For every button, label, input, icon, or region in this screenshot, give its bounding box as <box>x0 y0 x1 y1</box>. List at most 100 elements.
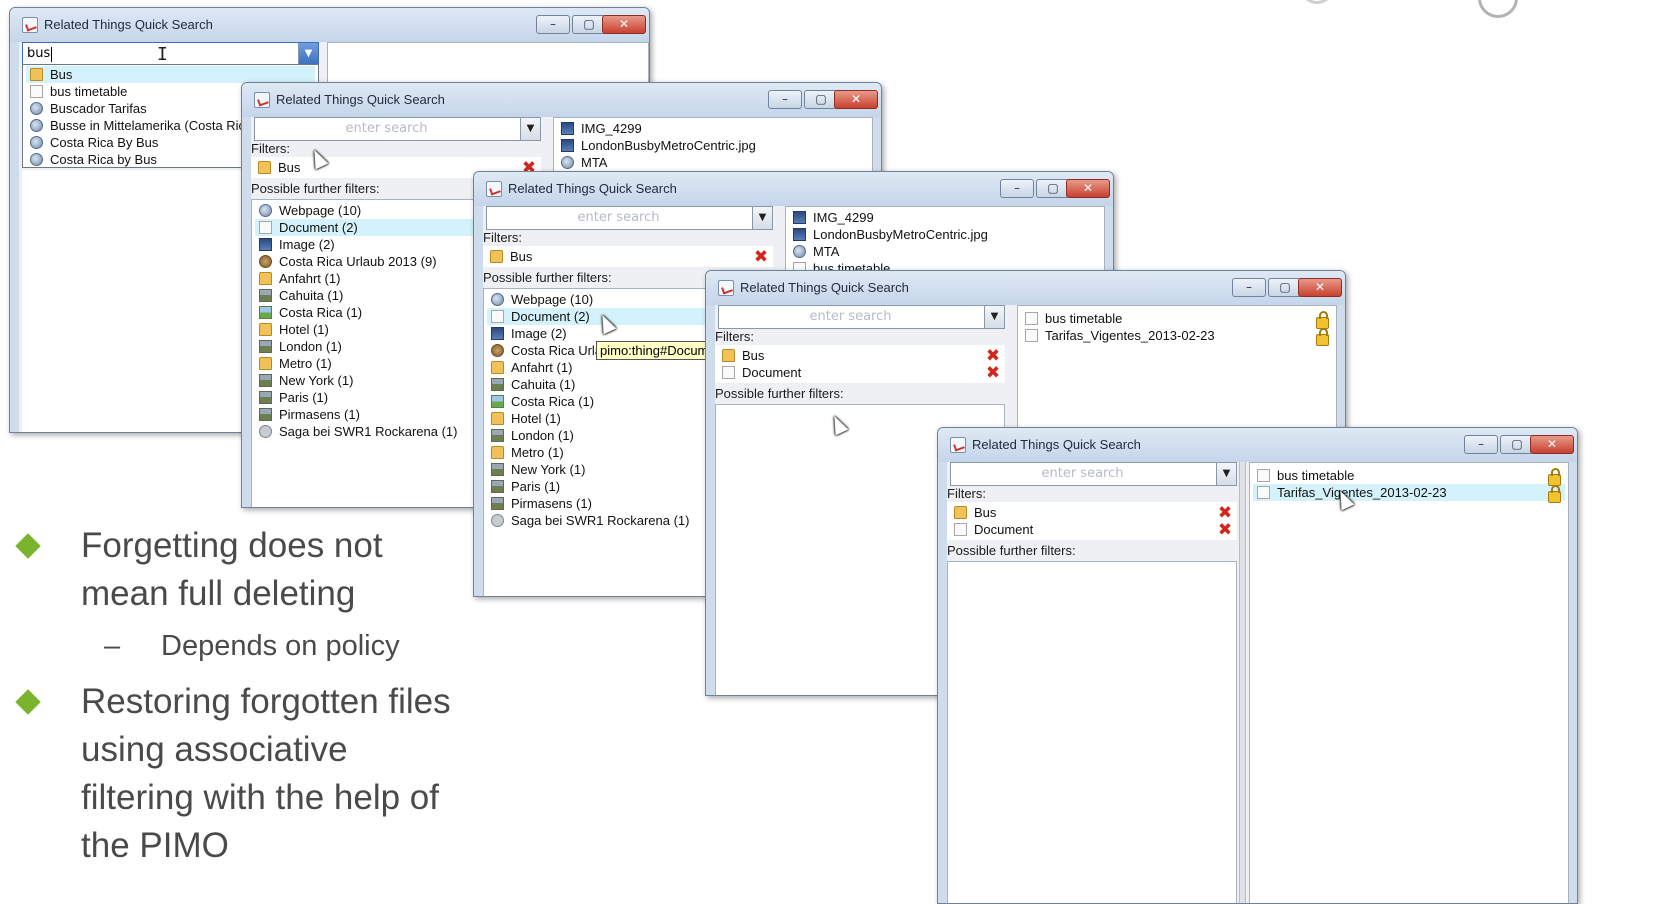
item-label: Buscador Tarifas <box>50 101 147 116</box>
image-icon <box>793 211 806 224</box>
window-3-titlebar[interactable]: Related Things Quick Search – ▢ ✕ <box>474 172 1113 206</box>
folder-icon <box>722 349 735 362</box>
image-icon <box>561 122 574 135</box>
java-app-icon <box>22 17 38 33</box>
window-1-titlebar[interactable]: Related Things Quick Search – ▢ ✕ <box>10 8 649 42</box>
dropdown-arrow-button[interactable]: ▼ <box>752 207 772 229</box>
minimize-button[interactable]: – <box>768 90 802 109</box>
search-combo[interactable]: enter search ▼ <box>254 117 541 141</box>
maximize-button[interactable]: ▢ <box>804 90 838 109</box>
search-combo[interactable]: enter search ▼ <box>486 206 773 230</box>
active-filter-item[interactable]: Bus <box>718 347 1002 364</box>
close-button[interactable]: ✕ <box>1530 435 1574 454</box>
image-icon <box>793 228 806 241</box>
result-item[interactable]: MTA <box>557 154 869 171</box>
remove-filter-icon[interactable]: ✖ <box>753 249 769 266</box>
webpage-icon <box>30 136 43 149</box>
result-label: bus timetable <box>1277 468 1355 483</box>
item-label: IMG_4299 <box>813 210 874 225</box>
search-combo[interactable]: bus ▼ <box>22 42 319 66</box>
remove-filter-icon[interactable]: ✖ <box>985 348 1001 365</box>
maximize-button[interactable]: ▢ <box>1036 179 1070 198</box>
search-input[interactable]: enter search <box>487 210 750 225</box>
logo-fragment-icon <box>1478 0 1518 18</box>
possible-filters-label: Possible further filters: <box>251 181 380 196</box>
bullet-text: Restoring forgotten files <box>81 682 451 721</box>
dropdown-arrow-button[interactable]: ▼ <box>520 118 540 140</box>
city-icon <box>491 429 504 442</box>
result-item[interactable]: IMG_4299 <box>557 120 869 137</box>
minimize-button[interactable]: – <box>1464 435 1498 454</box>
filters-label: Filters: <box>251 141 290 156</box>
minimize-button[interactable]: – <box>536 15 570 34</box>
close-button[interactable]: ✕ <box>1298 278 1342 297</box>
folder-icon <box>259 272 272 285</box>
suggestion-item[interactable]: Bus <box>26 66 315 83</box>
close-button[interactable]: ✕ <box>834 90 878 109</box>
search-input[interactable]: enter search <box>255 121 518 136</box>
eye-icon <box>259 425 272 438</box>
item-label: MTA <box>581 155 608 170</box>
item-label: Pirmasens (1) <box>511 496 592 511</box>
item-label: Anfahrt (1) <box>279 271 341 286</box>
folder-icon <box>491 412 504 425</box>
dropdown-arrow-button[interactable]: ▼ <box>1216 463 1236 485</box>
search-input[interactable]: enter search <box>951 466 1214 481</box>
result-item[interactable]: Tarifas_Vigentes_2013-02-23 <box>1021 327 1333 344</box>
result-item[interactable]: bus timetable <box>1253 467 1565 484</box>
item-label: London (1) <box>511 428 574 443</box>
active-filter-item[interactable]: Document <box>718 364 1002 381</box>
search-input[interactable]: enter search <box>719 309 982 324</box>
search-combo[interactable]: enter search ▼ <box>950 462 1237 486</box>
java-app-icon <box>718 280 734 296</box>
maximize-button[interactable]: ▢ <box>572 15 606 34</box>
active-filter-item[interactable]: Document <box>950 521 1234 538</box>
maximize-button[interactable]: ▢ <box>1500 435 1534 454</box>
window-5-titlebar[interactable]: Related Things Quick Search – ▢ ✕ <box>938 428 1577 462</box>
active-filters-list: Bus ✖ Document ✖ <box>947 502 1237 540</box>
folder-icon <box>491 361 504 374</box>
item-label: Document (2) <box>279 220 358 235</box>
java-app-icon <box>486 181 502 197</box>
active-filters-list: Bus ✖ Document ✖ <box>715 345 1005 383</box>
remove-filter-icon[interactable]: ✖ <box>985 365 1001 382</box>
result-item[interactable]: Tarifas_Vigentes_2013-02-23 <box>1253 484 1565 501</box>
result-item[interactable]: IMG_4299 <box>789 209 1101 226</box>
item-label: Webpage (10) <box>511 292 594 307</box>
item-label: Metro (1) <box>511 445 564 460</box>
quick-search-window-5: Related Things Quick Search – ▢ ✕ enter … <box>937 427 1578 904</box>
maximize-button[interactable]: ▢ <box>1268 278 1302 297</box>
splitter-handle[interactable] <box>1239 462 1246 903</box>
window-4-titlebar[interactable]: Related Things Quick Search – ▢ ✕ <box>706 271 1345 305</box>
result-item[interactable]: LondonBusbyMetroCentric.jpg <box>557 137 869 154</box>
search-input[interactable]: bus <box>27 46 50 61</box>
filters-label: Filters: <box>947 486 986 501</box>
webpage-icon <box>30 153 43 166</box>
search-combo[interactable]: enter search ▼ <box>718 305 1005 329</box>
item-label: IMG_4299 <box>581 121 642 136</box>
close-button[interactable]: ✕ <box>1066 179 1110 198</box>
close-button[interactable]: ✕ <box>602 15 646 34</box>
city-icon <box>491 497 504 510</box>
active-filter-item[interactable]: Bus <box>950 504 1234 521</box>
filters-label: Filters: <box>483 230 522 245</box>
remove-filter-icon[interactable]: ✖ <box>1217 522 1233 539</box>
minimize-button[interactable]: – <box>1232 278 1266 297</box>
dropdown-arrow-button[interactable]: ▼ <box>984 306 1004 328</box>
folder-icon <box>258 161 271 174</box>
lock-icon <box>1548 485 1561 503</box>
filters-label: Filters: <box>715 329 754 344</box>
result-item[interactable]: LondonBusbyMetroCentric.jpg <box>789 226 1101 243</box>
active-filter-item[interactable]: Bus <box>486 248 770 265</box>
result-item[interactable]: MTA <box>789 243 1101 260</box>
remove-filter-icon[interactable]: ✖ <box>1217 505 1233 522</box>
item-label: Costa Rica Urlaub 2013 (9) <box>279 254 437 269</box>
logo-fragment-arc-icon <box>1300 0 1334 4</box>
window-2-titlebar[interactable]: Related Things Quick Search – ▢ ✕ <box>242 83 881 117</box>
minimize-button[interactable]: – <box>1000 179 1034 198</box>
bullet-text: the PIMO <box>81 826 229 865</box>
dropdown-arrow-button[interactable]: ▼ <box>298 43 318 65</box>
filter-label: Bus <box>974 505 997 520</box>
result-item[interactable]: bus timetable <box>1021 310 1333 327</box>
item-label: Costa Rica (1) <box>279 305 363 320</box>
